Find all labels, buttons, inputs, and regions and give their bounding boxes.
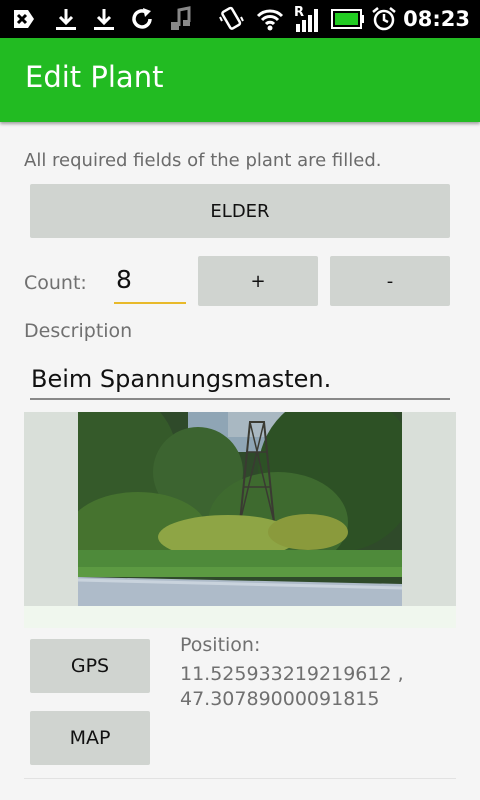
plant-photo[interactable] (78, 412, 402, 606)
position-value: 11.525933219219612 , 47.30789000091815 (180, 662, 404, 712)
app-bar: Edit Plant (0, 38, 480, 122)
position-label: Position: (180, 634, 261, 656)
download-icon (52, 4, 80, 34)
count-label: Count: (24, 272, 87, 294)
download-icon (90, 4, 118, 34)
map-button[interactable]: MAP (30, 711, 150, 765)
battery-icon (330, 4, 366, 34)
position-latitude: 47.30789000091815 (180, 688, 380, 710)
validation-status-text: All required fields of the plant are fil… (24, 150, 382, 171)
page-title: Edit Plant (25, 60, 164, 94)
count-input-underline (114, 302, 186, 304)
decrement-button[interactable]: - (330, 256, 450, 306)
wifi-icon (254, 4, 286, 34)
photo-frame-footer (24, 606, 456, 628)
photo-illustration (78, 412, 402, 606)
species-button[interactable]: ELDER (30, 184, 450, 238)
count-input[interactable]: 8 (116, 265, 186, 299)
gps-button[interactable]: GPS (30, 639, 150, 693)
position-longitude: 11.525933219219612 , (180, 663, 404, 685)
music-icon (166, 4, 194, 34)
usb-debug-icon (8, 4, 38, 34)
signal-roaming-icon: R (294, 4, 324, 34)
description-label: Description (24, 320, 133, 342)
vibrate-icon (216, 4, 246, 34)
description-input-underline (30, 398, 450, 400)
alarm-icon (369, 4, 399, 34)
sync-icon (128, 4, 156, 34)
bottom-divider (24, 778, 456, 779)
increment-button[interactable]: + (198, 256, 318, 306)
status-bar: R 08:23 (0, 0, 480, 38)
roaming-letter: R (294, 5, 304, 20)
clock-time: 08:23 (403, 7, 470, 31)
description-input[interactable]: Beim Spannungsmasten. (31, 365, 449, 397)
